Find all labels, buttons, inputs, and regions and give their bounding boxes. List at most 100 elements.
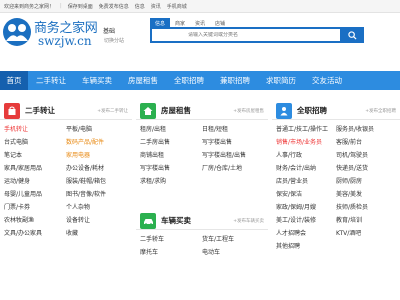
category-link[interactable]: KTV/酒吧: [336, 227, 396, 240]
panel-header: 车辆买卖 +发布车辆买卖: [136, 212, 268, 230]
category-link[interactable]: 求租/求购: [140, 175, 202, 188]
category-link[interactable]: 租房/出租: [140, 123, 202, 136]
info-link[interactable]: 信息: [135, 3, 145, 10]
category-link[interactable]: 文具/办公家具: [4, 227, 66, 240]
category-link[interactable]: 台式电脑: [4, 136, 66, 149]
category-link[interactable]: 电动车: [202, 246, 264, 259]
panel-header: 二手转让 +发布二手转让: [0, 102, 132, 120]
panel-header: 全职招聘 +发布全职招聘: [272, 102, 400, 120]
category-link[interactable]: 人才招聘会: [276, 227, 336, 240]
mobile-mall-link[interactable]: 手机商城: [167, 3, 187, 10]
post-link[interactable]: +发布二手转让: [97, 108, 128, 114]
category-link[interactable]: 美容/美发: [336, 188, 396, 201]
panel-badge: [140, 212, 156, 229]
item-list: 租房/出租 日租/短租 二手房出售 写字楼出售 商铺出租 写字楼出租/出售 写字楼出售 厂房/…: [136, 120, 268, 188]
category-link[interactable]: 写字楼出租/出售: [202, 149, 264, 162]
category-link[interactable]: 客服/前台: [336, 136, 396, 149]
nav-dating[interactable]: 交友活动: [304, 71, 350, 90]
category-link[interactable]: 厨师/厨房: [336, 175, 396, 188]
category-link[interactable]: 个人杂物: [66, 201, 128, 214]
category-link[interactable]: 商铺出租: [140, 149, 202, 162]
post-free-link[interactable]: 免费发布信息: [99, 3, 129, 10]
category-link[interactable]: 家政/保姆/月嫂: [276, 201, 336, 214]
house-icon: [143, 106, 153, 115]
category-link[interactable]: 平板/电脑: [66, 123, 128, 136]
panel-title: 二手转让: [25, 106, 55, 115]
category-link[interactable]: 二手房出售: [140, 136, 202, 149]
category-link[interactable]: 母婴/儿童用品: [4, 188, 66, 201]
category-link[interactable]: 美工/设计/装修: [276, 214, 336, 227]
category-link[interactable]: 快递员/送货: [336, 162, 396, 175]
category-link[interactable]: 运动/健身: [4, 175, 66, 188]
category-link[interactable]: 司机/驾驶员: [336, 149, 396, 162]
category-link[interactable]: 门票/卡券: [4, 201, 66, 214]
category-link[interactable]: 农林牧副渔: [4, 214, 66, 227]
panel-house: 房屋租售 +发布房屋租售 租房/出租 日租/短租 二手房出售 写字楼出售 商铺出租 写字楼…: [136, 102, 268, 202]
search-box: [150, 27, 364, 43]
save-desktop-link[interactable]: 保存到桌面: [68, 3, 93, 10]
category-link[interactable]: 人事/行政: [276, 149, 336, 162]
nav-fulltime[interactable]: 全职招聘: [166, 71, 212, 90]
post-link[interactable]: +发布房屋租售: [233, 108, 264, 114]
category-link[interactable]: 家具/家居用品: [4, 162, 66, 175]
category-link[interactable]: 教育/培训: [336, 214, 396, 227]
news-link[interactable]: 资讯: [151, 3, 161, 10]
top-bar: 欢迎来到商务之家网！ | 保存到桌面 免费发布信息 信息 资讯 手机商城: [0, 0, 400, 13]
item-list: 二手轿车 货车/工程车 摩托车 电动车: [136, 230, 268, 259]
person-icon: [280, 106, 288, 115]
main-nav: 首页 二手转让 车辆买卖 房屋租售 全职招聘 兼职招聘 求职简历 交友活动: [0, 71, 400, 90]
category-link[interactable]: 手机转让: [4, 123, 66, 136]
category-link[interactable]: 技师/质检员: [336, 201, 396, 214]
category-link[interactable]: 写字楼出售: [140, 162, 202, 175]
nav-cars[interactable]: 车辆买卖: [74, 71, 120, 90]
logo-icon[interactable]: [2, 17, 32, 47]
category-link[interactable]: 店员/营业员: [276, 175, 336, 188]
category-link[interactable]: 设备转让: [66, 214, 128, 227]
category-link[interactable]: 家用电器: [66, 149, 128, 162]
panel-title: 全职招聘: [297, 106, 327, 115]
category-link[interactable]: 日租/短租: [202, 123, 264, 136]
category-link[interactable]: 收藏: [66, 227, 128, 240]
category-link[interactable]: 二手轿车: [140, 233, 202, 246]
category-link[interactable]: 普通工/技工/操作工: [276, 123, 336, 136]
search-button[interactable]: [340, 27, 364, 43]
post-link[interactable]: +发布车辆买卖: [233, 218, 264, 224]
category-link: [336, 240, 396, 253]
nav-secondhand[interactable]: 二手转让: [28, 71, 74, 90]
category-link[interactable]: 图书/音像/软件: [66, 188, 128, 201]
category-link: [202, 175, 264, 188]
category-link[interactable]: 其他招聘: [276, 240, 336, 253]
category-link[interactable]: 销售/市场/业务员: [276, 136, 336, 149]
bag-icon: [8, 106, 16, 115]
nav-home[interactable]: 首页: [0, 71, 28, 90]
panel-car: 车辆买卖 +发布车辆买卖 二手轿车 货车/工程车 摩托车 电动车: [136, 212, 268, 300]
category-link[interactable]: 保安/保洁: [276, 188, 336, 201]
car-icon: [143, 218, 153, 225]
category-link[interactable]: 写字楼出售: [202, 136, 264, 149]
search-icon: [347, 30, 357, 40]
panel-title: 房屋租售: [161, 106, 191, 115]
nav-house[interactable]: 房屋租售: [120, 71, 166, 90]
welcome-text: 欢迎来到商务之家网！: [4, 3, 55, 10]
category-link[interactable]: 厂房/仓库/土地: [202, 162, 264, 175]
category-link[interactable]: 数码产品/配件: [66, 136, 128, 149]
panel-secondhand: 二手转让 +发布二手转让 手机转让 平板/电脑 台式电脑 数码产品/配件 笔记本 家用电器…: [0, 102, 132, 300]
post-link[interactable]: +发布全职招聘: [365, 108, 396, 114]
category-link[interactable]: 办公设备/耗材: [66, 162, 128, 175]
item-list: 普通工/技工/操作工 服务员/收银员 销售/市场/业务员 客服/前台 人事/行政 司机/驾…: [272, 120, 400, 253]
nav-parttime[interactable]: 兼职招聘: [212, 71, 258, 90]
category-link[interactable]: 摩托车: [140, 246, 202, 259]
search-input[interactable]: [152, 32, 342, 38]
city-name: 基础: [103, 28, 116, 35]
category-link[interactable]: 笔记本: [4, 149, 66, 162]
nav-resume[interactable]: 求职简历: [258, 71, 304, 90]
category-link[interactable]: 财务/会计/出纳: [276, 162, 336, 175]
item-list: 手机转让 平板/电脑 台式电脑 数码产品/配件 笔记本 家用电器 家具/家居用品 办公设备/耗…: [0, 120, 132, 240]
category-link[interactable]: 服装/鞋帽/箱包: [66, 175, 128, 188]
switch-city-link[interactable]: 切换分站: [104, 37, 124, 44]
panel-badge: [140, 102, 156, 119]
panel-jobs: 全职招聘 +发布全职招聘 普通工/技工/操作工 服务员/收银员 销售/市场/业务员客…: [272, 102, 400, 300]
category-link[interactable]: 货车/工程车: [202, 233, 264, 246]
category-link[interactable]: 服务员/收银员: [336, 123, 396, 136]
panel-header: 房屋租售 +发布房屋租售: [136, 102, 268, 120]
